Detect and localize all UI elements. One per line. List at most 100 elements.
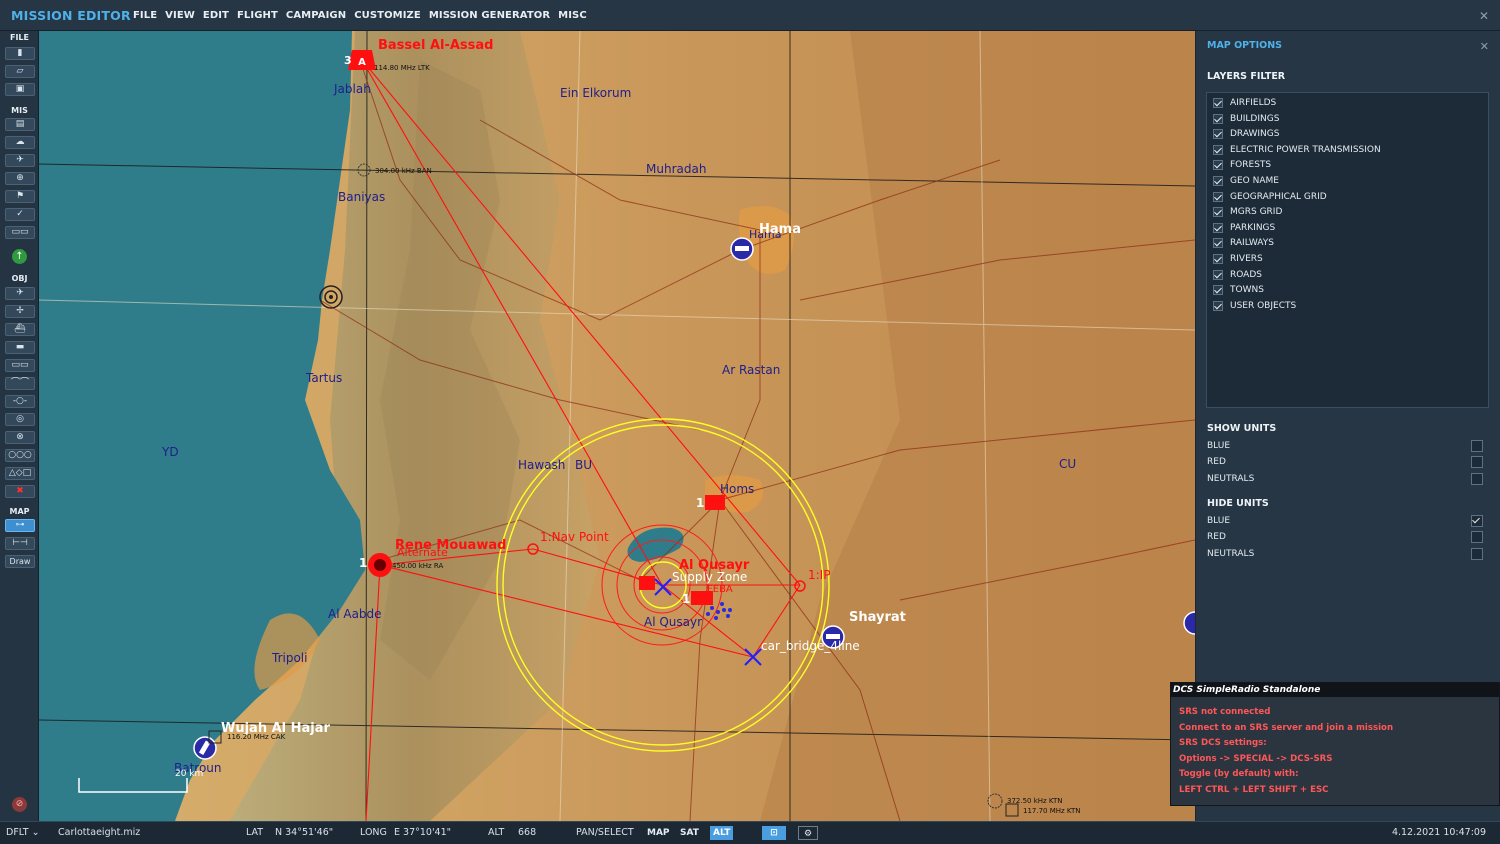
airfield-bassel-icon[interactable]: A [348,50,376,70]
close-icon[interactable]: ✕ [1480,40,1489,53]
triggers-icon[interactable]: ▭▭ [5,226,35,239]
shapes-icon[interactable]: △◇□ [5,467,35,480]
settings-icon[interactable]: ⚙ [798,826,818,840]
map-svg[interactable]: A Jablah Ein Elkorum Muhradah Hama Baniy… [39,31,1195,821]
add-waypoint-icon[interactable]: -○- [5,395,35,408]
trigger-zone-icon[interactable]: ◎ [5,413,35,426]
srs-status-icon[interactable]: ⊘ [12,797,27,812]
sat-view-button[interactable]: SAT [677,826,702,840]
label-wujah-freq: 116.20 MHz CAK [227,733,286,741]
up-arrow-icon[interactable]: ↑ [12,249,27,264]
layer-label: GEO NAME [1230,176,1279,186]
layer-checkbox[interactable] [1213,144,1223,155]
alt-view-button[interactable]: ALT [710,826,734,840]
add-ship-icon[interactable]: ⛴ [5,323,35,336]
layer-filter-item[interactable]: ROADS [1213,268,1262,282]
target-icon[interactable]: ⊕ [5,172,35,185]
layer-checkbox[interactable] [1213,191,1223,202]
menu-file[interactable]: FILE [133,10,157,21]
layer-checkbox[interactable] [1213,176,1223,186]
map-view-button[interactable]: MAP [644,826,673,840]
add-static-icon[interactable]: ▭▭ [5,359,35,372]
menu-view[interactable]: VIEW [165,10,195,21]
menu-customize[interactable]: CUSTOMIZE [354,10,421,21]
map-layer-icon[interactable]: ⊡ [762,826,786,840]
layer-checkbox[interactable] [1213,160,1223,171]
layer-filter-item[interactable]: AIRFIELDS [1213,96,1276,110]
layer-filter-item[interactable]: FORESTS [1213,158,1271,172]
layer-filter-item[interactable]: PARKINGS [1213,221,1275,235]
red-unit-marker[interactable] [639,576,655,590]
unit-filter-label: NEUTRALS [1207,473,1255,484]
unit-filter-checkbox[interactable] [1471,547,1483,560]
ruler-icon[interactable]: ⊢⊣ [5,537,35,550]
layer-checkbox[interactable] [1213,222,1223,233]
add-helicopter-icon[interactable]: ✢ [5,305,35,318]
weather-cloud-icon[interactable]: ☁ [5,136,35,149]
layer-filter-item[interactable]: GEO NAME [1213,174,1279,188]
draw-button[interactable]: Draw [5,555,35,568]
aircraft-group-icon[interactable]: ✈ [5,154,35,167]
show-units-item[interactable]: BLUE [1207,439,1491,453]
add-plane-icon[interactable]: ✈ [5,287,35,300]
menu-campaign[interactable]: CAMPAIGN [286,10,346,21]
label-ktn-ndb: 372.50 kHz KTN [1007,797,1063,805]
add-vehicle-icon[interactable]: ▬ [5,341,35,354]
unit-filter-checkbox[interactable] [1471,472,1483,485]
layer-filter-item[interactable]: RAILWAYS [1213,236,1274,250]
menu-flight[interactable]: FLIGHT [237,10,278,21]
briefing-icon[interactable]: ▤ [5,118,35,131]
nav-point-icon[interactable]: ⊗ [5,431,35,444]
open-folder-icon[interactable]: ▱ [5,65,35,78]
hide-units-item[interactable]: BLUE [1207,514,1491,528]
map-options-icon[interactable]: ⊶ [5,519,35,532]
show-units-item[interactable]: NEUTRALS [1207,472,1491,486]
layer-filter-item[interactable]: DRAWINGS [1213,127,1279,141]
layer-checkbox[interactable] [1213,254,1223,264]
initial-point-icon[interactable]: ○○○ [5,449,35,462]
unit-filter-checkbox[interactable] [1471,531,1483,544]
hide-units-heading: HIDE UNITS [1207,498,1269,509]
layer-filter-item[interactable]: ELECTRIC POWER TRANSMISSION [1213,143,1381,157]
delete-icon[interactable]: ✖ [5,485,35,498]
unit-filter-checkbox[interactable] [1471,456,1483,469]
menu-mission-generator[interactable]: MISSION GENERATOR [429,10,550,21]
menu-edit[interactable]: EDIT [203,10,229,21]
layer-checkbox[interactable] [1213,207,1223,218]
layer-filter-item[interactable]: MGRS GRID [1213,205,1282,219]
show-units-item[interactable]: RED [1207,455,1491,469]
layer-label: ROADS [1230,269,1262,280]
layer-checkbox[interactable] [1213,129,1223,140]
add-template-icon[interactable]: ⌒⌒ [5,377,35,390]
red-unit-marker-homs[interactable] [705,495,725,510]
save-icon[interactable]: ▣ [5,83,35,96]
layer-filter-item[interactable]: TOWNS [1213,283,1264,297]
hide-units-item[interactable]: RED [1207,530,1491,544]
new-file-icon[interactable]: ▮ [5,47,35,60]
unit-filter-checkbox[interactable] [1471,440,1483,452]
layer-filter-item[interactable]: RIVERS [1213,252,1263,266]
layer-filter-item[interactable]: USER OBJECTS [1213,299,1296,313]
layer-checkbox[interactable] [1213,98,1223,108]
layer-checkbox[interactable] [1213,269,1223,280]
layer-checkbox[interactable] [1213,113,1223,124]
srs-title: DCS SimpleRadio Standalone [1171,683,1499,697]
menu-misc[interactable]: MISC [558,10,587,21]
layer-filter-item[interactable]: GEOGRAPHICAL GRID [1213,190,1327,204]
srs-line: SRS not connected [1179,707,1271,717]
airfield-rene-icon[interactable] [368,553,392,577]
airfield-wujah-icon[interactable] [193,736,217,760]
check-icon[interactable]: ✓ [5,208,35,221]
airfield-hama-icon[interactable] [730,237,754,261]
layer-checkbox[interactable] [1213,285,1223,296]
close-icon[interactable]: ✕ [1479,9,1489,23]
flag-icon[interactable]: ⚑ [5,190,35,203]
layer-checkbox[interactable] [1213,238,1223,249]
layer-checkbox[interactable] [1213,300,1223,311]
profile-select[interactable]: DFLT ⌄ [6,827,40,838]
map-canvas[interactable]: A Jablah Ein Elkorum Muhradah Hama Baniy… [39,31,1195,821]
unit-filter-checkbox[interactable] [1471,515,1483,527]
layer-filter-item[interactable]: BUILDINGS [1213,112,1279,126]
layer-label: GEOGRAPHICAL GRID [1230,191,1327,202]
hide-units-item[interactable]: NEUTRALS [1207,547,1491,561]
